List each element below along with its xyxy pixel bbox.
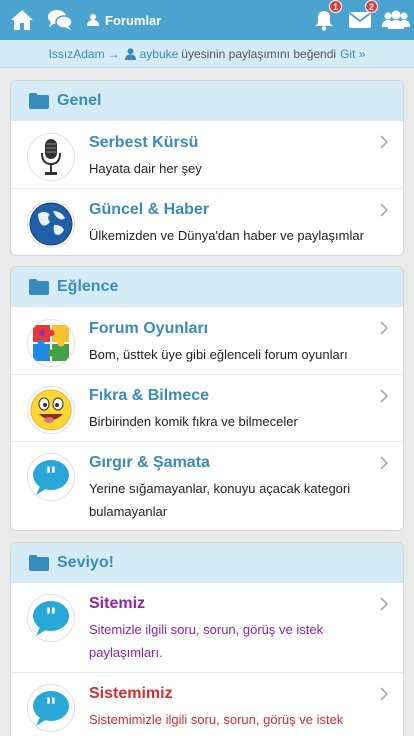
chevron-right-icon xyxy=(380,687,389,701)
envelope-icon xyxy=(348,12,372,28)
forum-row-guncel-haber[interactable]: Güncel & Haber Ülkemizden ve Dünya'dan h… xyxy=(11,189,403,255)
forum-description: Hayata dair her şey xyxy=(89,161,202,176)
section-title: Seviyo! xyxy=(57,554,114,571)
forums-label: Forumlar xyxy=(105,12,162,28)
forum-name[interactable]: Forum Oyunları xyxy=(89,319,373,339)
forum-users-icon xyxy=(87,14,99,26)
members-button[interactable] xyxy=(378,0,414,40)
forum-row-girgir-samata[interactable]: " Gırgır & Şamata Yerine sığamayanlar, k… xyxy=(11,442,403,530)
forum-description: Sistemimizle ilgili soru, sorun, görüş v… xyxy=(89,712,344,727)
chevron-right-icon xyxy=(380,389,389,403)
puzzle-icon xyxy=(27,319,75,367)
forum-row-fikra-bilmece[interactable]: Fıkra & Bilmece Birbirinden komik fıkra … xyxy=(11,375,403,442)
top-navigation-bar: Forumlar 1 2 xyxy=(0,0,414,40)
messages-button[interactable]: 2 xyxy=(342,0,378,40)
home-button[interactable] xyxy=(2,0,42,40)
recent-activity-bar: IssızAdam → aybuke üyesinin paylaşımını … xyxy=(0,40,414,68)
laughing-emoji-icon xyxy=(27,386,75,434)
chevron-right-icon xyxy=(380,203,389,217)
section-genel: Genel Serbest Kürsü Hayata dair her şey … xyxy=(10,80,404,256)
svg-text:": " xyxy=(45,694,56,720)
speech-bubble-icon: " xyxy=(27,594,75,642)
forum-row-forum-oyunlari[interactable]: Forum Oyunları Bom, üsttek üye gibi eğle… xyxy=(11,307,403,375)
folder-icon xyxy=(29,279,49,295)
section-title: Eğlence xyxy=(57,278,119,295)
home-icon xyxy=(11,10,33,30)
activity-text: üyesinin paylaşımını beğendi xyxy=(181,46,337,61)
chevron-right-icon xyxy=(380,597,389,611)
section-header: Genel xyxy=(11,81,403,121)
forum-description: Bom, üsttek üye gibi eğlenceli forum oyu… xyxy=(89,347,348,362)
forum-row-serbest-kursu[interactable]: Serbest Kürsü Hayata dair her şey xyxy=(11,121,403,189)
forum-description: Yerine sığamayanlar, konuyu açacak kateg… xyxy=(89,481,351,519)
forum-row-sitemiz[interactable]: " Sitemiz Sitemizle ilgili soru, sorun, … xyxy=(11,583,403,673)
microphone-icon xyxy=(27,133,75,181)
forum-name[interactable]: Sistemimiz xyxy=(89,684,373,704)
chevron-right-icon xyxy=(380,321,389,335)
forum-name[interactable]: Fıkra & Bilmece xyxy=(89,386,373,406)
section-seviyo: Seviyo! " Sitemiz Sitemizle ilgili soru,… xyxy=(10,542,404,736)
forum-name[interactable]: Güncel & Haber xyxy=(89,200,373,220)
forum-name[interactable]: Gırgır & Şamata xyxy=(89,453,373,473)
section-title: Genel xyxy=(57,92,102,109)
globe-icon xyxy=(27,200,75,248)
messages-badge: 2 xyxy=(364,0,378,13)
forum-name[interactable]: Sitemiz xyxy=(89,594,373,614)
forum-description: Sitemizle ilgili soru, sorun, görüş ve i… xyxy=(89,622,324,660)
section-header: Eğlence xyxy=(11,267,403,307)
section-header: Seviyo! xyxy=(11,543,403,583)
forums-menu-button[interactable]: Forumlar xyxy=(78,13,161,28)
speech-bubble-icon: " xyxy=(27,453,75,501)
actor-user-link[interactable]: IssızAdam xyxy=(49,47,105,61)
section-eglence: Eğlence Forum Oyunları Bom, üsttek üye g… xyxy=(10,266,404,531)
notifications-badge: 1 xyxy=(328,0,342,13)
forum-row-sistemimiz[interactable]: " Sistemimiz Sistemimizle ilgili soru, s… xyxy=(11,673,403,736)
svg-text:": " xyxy=(45,604,56,630)
chevron-right-icon xyxy=(380,135,389,149)
forum-description: Ülkemizden ve Dünya'dan haber ve paylaşı… xyxy=(89,228,364,243)
chat-button[interactable] xyxy=(42,0,78,40)
user-icon xyxy=(124,47,136,60)
users-group-icon xyxy=(382,10,410,29)
chevron-right-icon xyxy=(380,456,389,470)
chat-bubbles-icon xyxy=(48,10,73,30)
speech-bubble-icon: " xyxy=(27,684,75,732)
forum-name[interactable]: Serbest Kürsü xyxy=(89,133,373,153)
activity-go-link[interactable]: Git » xyxy=(340,47,365,61)
activity-arrow: → xyxy=(107,46,120,61)
folder-icon xyxy=(29,93,49,109)
target-user-link[interactable]: aybuke xyxy=(140,47,179,61)
svg-text:": " xyxy=(45,463,56,489)
forum-description: Birbirinden komik fıkra ve bilmeceler xyxy=(89,414,298,429)
folder-icon xyxy=(29,555,49,571)
notifications-button[interactable]: 1 xyxy=(306,0,342,40)
bell-icon xyxy=(315,11,333,31)
